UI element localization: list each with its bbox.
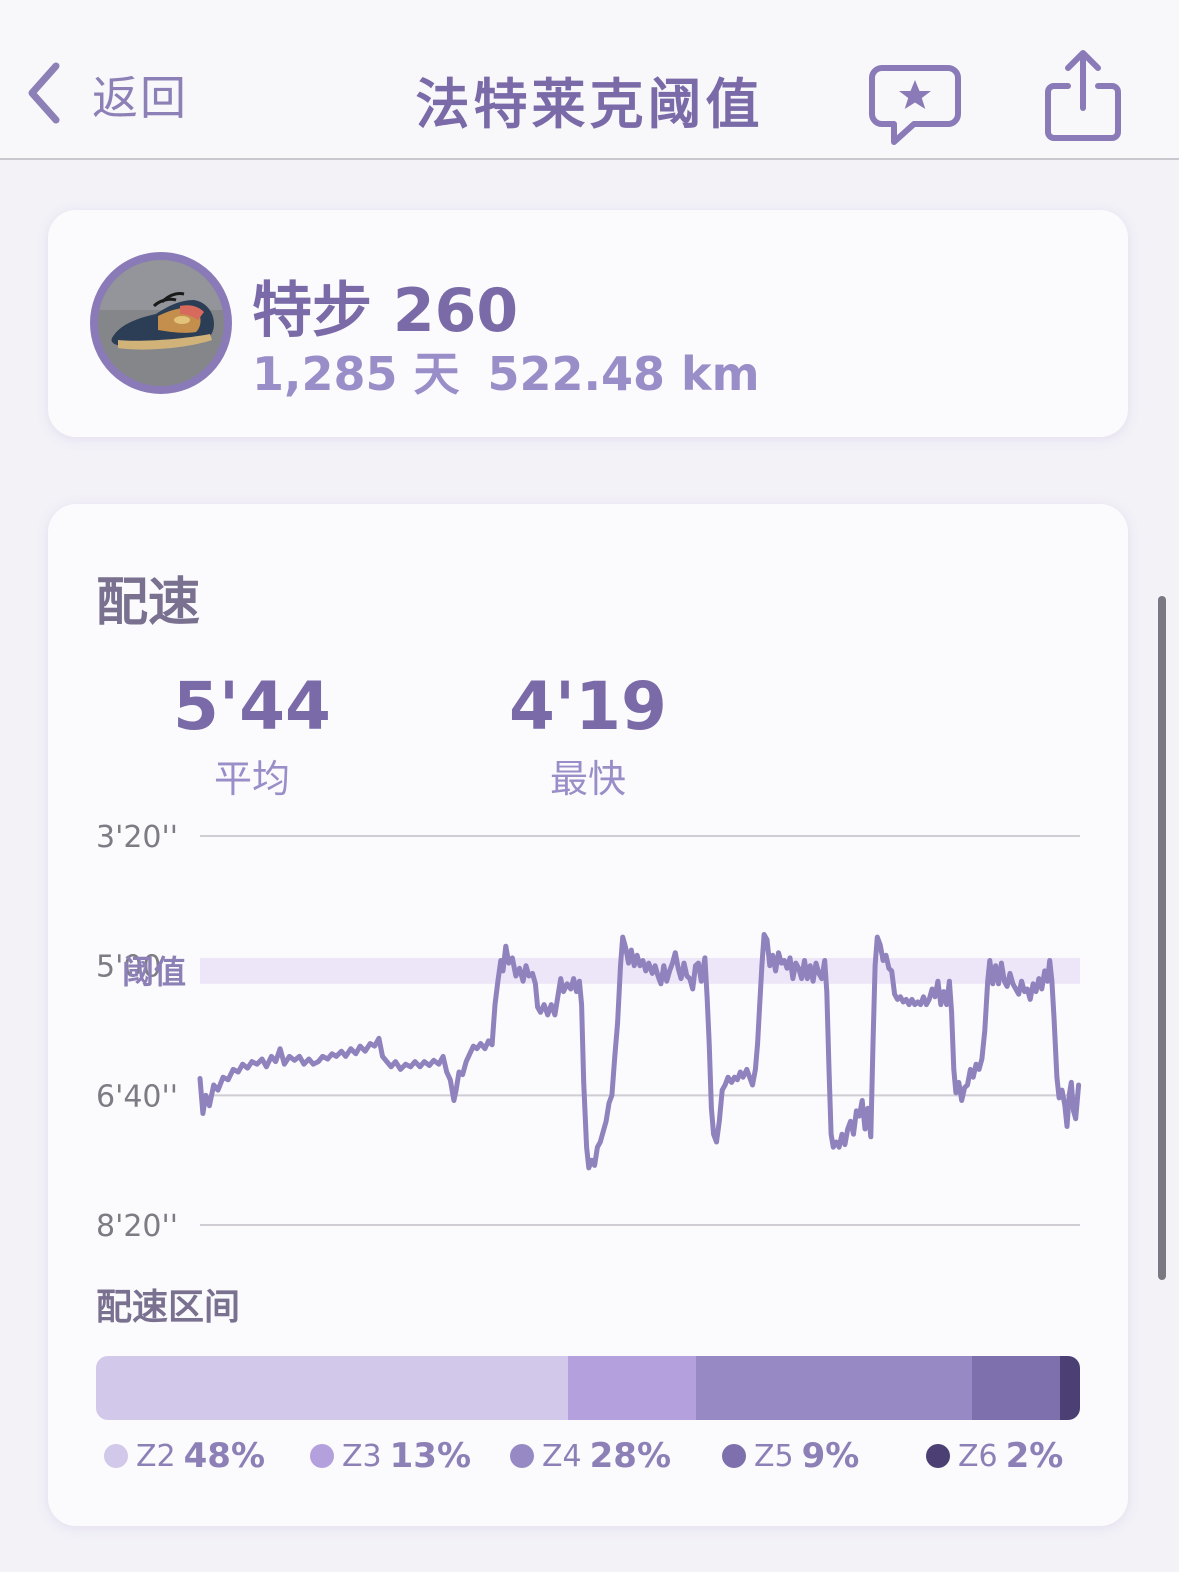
zone-percent: 48% bbox=[183, 1436, 266, 1476]
share-icon[interactable] bbox=[1044, 48, 1122, 144]
shoe-name: 特步 260 bbox=[252, 276, 519, 346]
y-tick-label: 8'20'' bbox=[96, 1209, 178, 1244]
scrollbar[interactable] bbox=[1158, 596, 1166, 1280]
zone-color-dot bbox=[510, 1444, 534, 1468]
zone-percent: 9% bbox=[801, 1436, 860, 1476]
zone-percent: 13% bbox=[389, 1436, 472, 1476]
zone-percent: 2% bbox=[1005, 1436, 1064, 1476]
threshold-label: 阈值 bbox=[122, 953, 186, 991]
zone-segment-z5 bbox=[971, 1356, 1061, 1420]
pace-card: 配速 5'44 平均 4'19 最快 3'20'' 5'00 6'40'' 8'20'… bbox=[48, 504, 1128, 1526]
y-tick-label: 3'20'' bbox=[96, 820, 178, 855]
zone-legend-z5: Z5 9% bbox=[722, 1436, 859, 1476]
zone-color-dot bbox=[104, 1444, 128, 1468]
shoe-distance: 522.48 km bbox=[487, 347, 760, 401]
zone-name: Z4 bbox=[542, 1438, 582, 1474]
zone-legend-z3: Z3 13% bbox=[310, 1436, 471, 1476]
navigation-bar: 返回 法特莱克阈值 bbox=[0, 0, 1179, 160]
zone-color-dot bbox=[926, 1444, 950, 1468]
zone-color-dot bbox=[310, 1444, 334, 1468]
pace-zones-bar bbox=[96, 1356, 1080, 1420]
zone-legend-z2: Z2 48% bbox=[104, 1436, 265, 1476]
zone-legend-z4: Z4 28% bbox=[510, 1436, 671, 1476]
shoe-card[interactable]: 特步 260 1,285 天 522.48 km bbox=[48, 210, 1128, 437]
zone-name: Z5 bbox=[754, 1438, 794, 1474]
pace-chart: 3'20''5'006'40''8'20''阈值 bbox=[96, 820, 1082, 1244]
zone-segment-z6 bbox=[1060, 1356, 1080, 1420]
y-tick-label: 6'40'' bbox=[96, 1079, 178, 1114]
zone-color-dot bbox=[722, 1444, 746, 1468]
shoe-stats: 1,285 天 522.48 km bbox=[252, 338, 788, 404]
shoe-photo bbox=[90, 252, 232, 394]
zone-name: Z3 bbox=[342, 1438, 382, 1474]
page-title: 法特莱克阈值 bbox=[415, 73, 764, 136]
chat-star-icon[interactable] bbox=[868, 62, 962, 150]
zone-percent: 28% bbox=[589, 1436, 672, 1476]
zone-legend-z6: Z6 2% bbox=[926, 1436, 1063, 1476]
shoe-days: 1,285 天 bbox=[252, 347, 460, 401]
zone-segment-z3 bbox=[568, 1356, 697, 1420]
zone-name: Z2 bbox=[136, 1438, 176, 1474]
zone-segment-z4 bbox=[696, 1356, 972, 1420]
pace-zones-title: 配速区间 bbox=[96, 1287, 241, 1328]
zone-name: Z6 bbox=[958, 1438, 998, 1474]
zone-segment-z2 bbox=[96, 1356, 569, 1420]
